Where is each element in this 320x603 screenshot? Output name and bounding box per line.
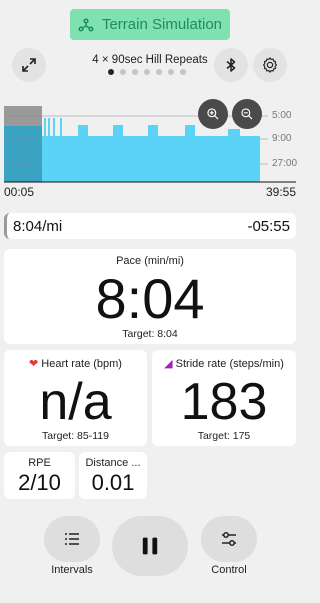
pace-card: Pace (min/mi) 8:04 Target: 8:04 — [4, 249, 296, 344]
settings-button[interactable] — [253, 48, 287, 82]
total-time: 39:55 — [265, 185, 296, 199]
heart-icon: ❤ — [29, 358, 39, 370]
expand-icon — [22, 58, 36, 72]
page-dot[interactable] — [120, 69, 126, 75]
elapsed-time: 00:05 — [4, 185, 35, 199]
control-button[interactable] — [201, 516, 257, 562]
stride-rate-target: Target: 175 — [197, 430, 251, 442]
heart-rate-label: Heart rate (bpm) — [41, 358, 122, 370]
page-dot[interactable] — [156, 69, 162, 75]
y-tick-label: 5:00 — [272, 110, 292, 121]
page-dot[interactable] — [168, 69, 174, 75]
rpe-value: 2/10 — [18, 470, 61, 495]
pace-label: Pace (min/mi) — [116, 255, 184, 267]
distance-label: Distance ... — [85, 457, 141, 469]
pace-profile-area — [42, 118, 260, 182]
current-pace: 8:04/mi — [13, 217, 63, 235]
page-dot[interactable] — [108, 69, 114, 75]
pace-target: Target: 8:04 — [122, 328, 178, 340]
pause-icon — [142, 537, 158, 555]
gear-icon — [262, 57, 278, 73]
pace-value: 8:04 — [95, 267, 205, 330]
pause-button[interactable] — [112, 516, 188, 576]
rpe-label: RPE — [28, 457, 51, 469]
bluetooth-icon — [226, 58, 236, 72]
intervals-button[interactable] — [44, 516, 100, 562]
page-indicator — [108, 69, 186, 75]
pace-summary-bar: 8:04/mi -05:55 — [4, 213, 296, 239]
distance-card: Distance ... 0.01 — [79, 452, 147, 499]
stride-rate-value: 183 — [180, 373, 268, 431]
page-dot[interactable] — [144, 69, 150, 75]
heart-rate-value: n/a — [39, 373, 112, 431]
zoom-out-icon — [241, 108, 253, 120]
shoe-icon: ◢ — [164, 358, 173, 370]
heart-rate-card: ❤ Heart rate (bpm) n/a Target: 85-119 — [4, 350, 147, 446]
rpe-card[interactable]: RPE 2/10 — [4, 452, 75, 499]
stride-rate-card: ◢ Stride rate (steps/min) 183 Target: 17… — [152, 350, 296, 446]
terrain-label: Terrain Simulation — [101, 16, 223, 33]
y-tick-label: 9:00 — [272, 133, 292, 144]
list-icon — [65, 533, 79, 545]
heart-rate-target: Target: 85-119 — [42, 430, 109, 442]
distance-value: 0.01 — [91, 470, 135, 495]
expand-button[interactable] — [12, 48, 46, 82]
terrain-icon — [78, 17, 94, 32]
sliders-icon — [222, 532, 236, 546]
zoom-out-button[interactable] — [232, 99, 262, 129]
completed-bar — [4, 126, 42, 182]
zoom-in-button[interactable] — [198, 99, 228, 129]
page-dot[interactable] — [132, 69, 138, 75]
stride-rate-label: Stride rate (steps/min) — [175, 358, 284, 370]
control-label: Control — [211, 564, 247, 576]
zoom-in-icon — [207, 108, 219, 120]
workout-title: 4 × 90sec Hill Repeats — [92, 54, 208, 66]
page-dot[interactable] — [180, 69, 186, 75]
pace-delta: -05:55 — [247, 217, 290, 235]
bluetooth-button[interactable] — [214, 48, 248, 82]
terrain-simulation-button[interactable]: Terrain Simulation — [70, 9, 230, 40]
y-tick-label: 27:00 — [272, 158, 297, 169]
intervals-label: Intervals — [51, 564, 93, 576]
